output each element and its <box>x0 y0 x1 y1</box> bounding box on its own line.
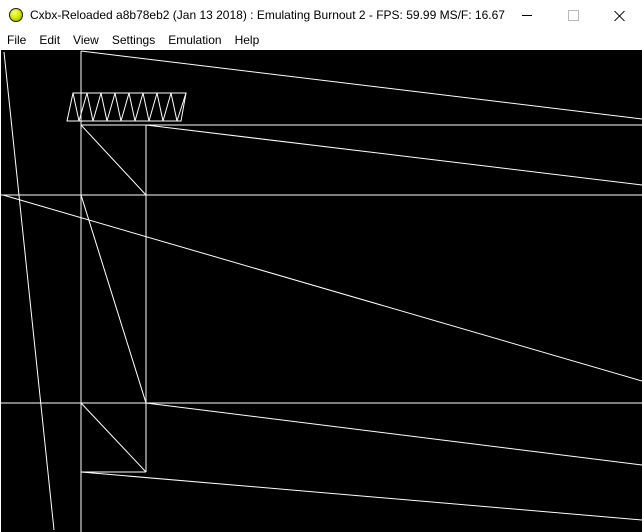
minimize-icon <box>522 15 532 16</box>
wire-line <box>80 471 642 521</box>
title-bar[interactable]: Cxbx-Reloaded a8b78eb2 (Jan 13 2018) : E… <box>0 0 642 31</box>
menu-settings[interactable]: Settings <box>105 31 161 50</box>
close-button[interactable] <box>596 0 642 31</box>
wire-line <box>80 124 147 196</box>
hatched-glyph-strip <box>66 92 187 122</box>
menu-emulation[interactable]: Emulation <box>161 31 227 50</box>
wireframe-render <box>1 50 642 532</box>
wire-line <box>145 402 642 466</box>
menu-help[interactable]: Help <box>228 31 266 50</box>
wire-line <box>80 194 147 404</box>
window-title: Cxbx-Reloaded a8b78eb2 (Jan 13 2018) : E… <box>30 8 505 22</box>
maximize-icon <box>567 10 579 21</box>
wire-line <box>80 50 642 120</box>
render-viewport[interactable] <box>1 50 642 532</box>
wire-line <box>2 194 642 382</box>
menu-bar: File Edit View Settings Emulation Help <box>0 31 642 50</box>
emulator-window: Cxbx-Reloaded a8b78eb2 (Jan 13 2018) : E… <box>0 0 642 532</box>
wire-line <box>80 402 147 473</box>
wire-line <box>145 124 642 186</box>
minimize-button[interactable] <box>504 0 550 31</box>
menu-view[interactable]: View <box>66 31 105 50</box>
close-icon <box>614 10 625 21</box>
maximize-button[interactable] <box>550 0 596 31</box>
wire-line <box>3 51 55 531</box>
menu-edit[interactable]: Edit <box>32 31 66 50</box>
cxbx-app-icon[interactable] <box>9 8 23 22</box>
menu-file[interactable]: File <box>0 31 32 50</box>
